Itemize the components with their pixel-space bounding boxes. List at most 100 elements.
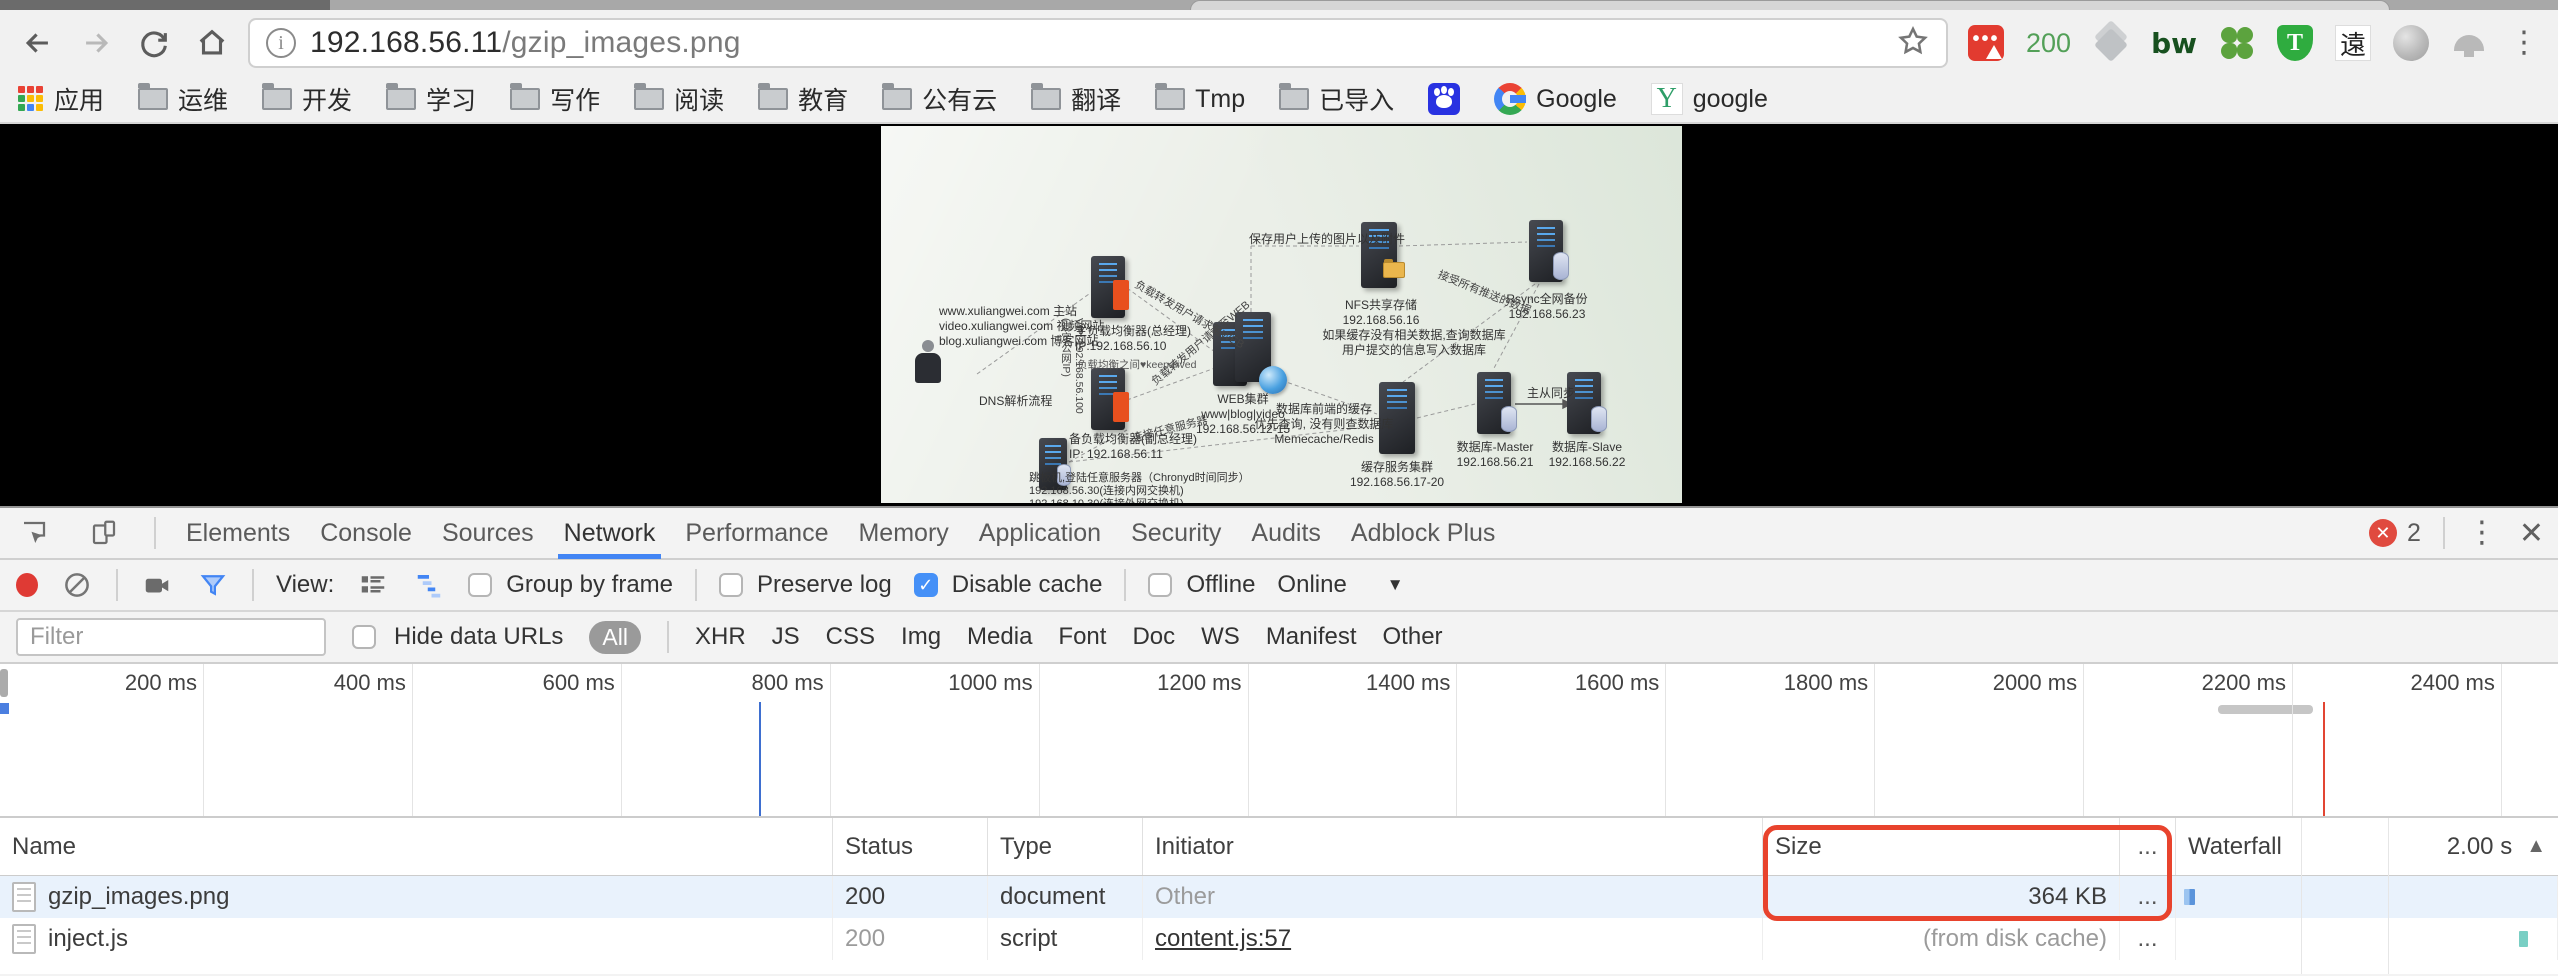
column-header-size[interactable]: Size bbox=[1763, 818, 2120, 875]
column-header-initiator[interactable]: Initiator bbox=[1143, 818, 1763, 875]
overview-request-bar bbox=[2218, 705, 2313, 714]
offline-checkbox[interactable] bbox=[1148, 573, 1173, 597]
bookmark-folder-1[interactable]: 运维 bbox=[138, 81, 228, 117]
baidu-icon bbox=[1428, 83, 1461, 115]
tab-console[interactable]: Console bbox=[320, 507, 412, 559]
group-by-frame-label[interactable]: Group by frame bbox=[506, 571, 673, 599]
hide-data-urls-checkbox[interactable] bbox=[352, 625, 376, 649]
filter-type-other[interactable]: Other bbox=[1383, 623, 1443, 651]
filter-type-ws[interactable]: WS bbox=[1201, 623, 1240, 651]
filter-type-js[interactable]: JS bbox=[772, 623, 800, 651]
tab-security[interactable]: Security bbox=[1131, 507, 1221, 559]
throttling-select[interactable]: Online bbox=[1277, 571, 1346, 599]
disable-cache-label[interactable]: Disable cache bbox=[952, 571, 1103, 599]
forward-button[interactable] bbox=[74, 21, 118, 65]
clear-network-log-icon[interactable] bbox=[60, 568, 94, 602]
ruler-scroll-thumb[interactable] bbox=[0, 669, 8, 697]
column-header-name[interactable]: Name bbox=[0, 818, 833, 875]
network-overview-band[interactable] bbox=[0, 702, 2558, 818]
bookmark-folder-4[interactable]: 写作 bbox=[510, 81, 600, 117]
sort-ascending-icon[interactable]: ▲ bbox=[2526, 835, 2546, 858]
bookmark-folder-3[interactable]: 学习 bbox=[386, 81, 476, 117]
preserve-log-checkbox[interactable] bbox=[719, 573, 743, 597]
bookmark-google-y[interactable]: Ygoogle bbox=[1650, 83, 1768, 115]
filter-type-doc[interactable]: Doc bbox=[1132, 623, 1175, 651]
bw-extension-icon[interactable]: bw bbox=[2151, 25, 2197, 61]
preserve-log-label[interactable]: Preserve log bbox=[757, 571, 892, 599]
divider bbox=[666, 621, 669, 653]
capture-screenshots-icon[interactable] bbox=[140, 568, 174, 602]
ruler-tick-label: 2200 ms bbox=[2201, 670, 2286, 695]
devtools-menu-icon[interactable]: ⋮ bbox=[2467, 518, 2497, 548]
filter-funnel-icon[interactable] bbox=[196, 568, 230, 602]
filter-type-manifest[interactable]: Manifest bbox=[1266, 623, 1357, 651]
tab-performance[interactable]: Performance bbox=[685, 507, 828, 559]
column-header-status[interactable]: Status bbox=[833, 818, 988, 875]
clover-extension-icon[interactable] bbox=[2219, 25, 2255, 61]
site-info-icon[interactable]: i bbox=[266, 28, 296, 58]
request-row-gzip-images[interactable]: gzip_images.png 200 document Other 364 K… bbox=[0, 876, 2558, 918]
bookmark-folder-7[interactable]: 公有云 bbox=[882, 81, 997, 117]
filter-type-all[interactable]: All bbox=[589, 620, 641, 654]
tab-network[interactable]: Network bbox=[557, 507, 662, 559]
waterfall-label: Waterfall bbox=[2188, 832, 2282, 860]
bookmark-folder-2[interactable]: 开发 bbox=[262, 81, 352, 117]
tab-elements[interactable]: Elements bbox=[186, 507, 290, 559]
db-master-disk-icon bbox=[1501, 406, 1517, 432]
browser-menu-icon[interactable]: ⋮ bbox=[2509, 25, 2539, 61]
filter-type-font[interactable]: Font bbox=[1058, 623, 1106, 651]
globe-extension-icon[interactable] bbox=[2392, 25, 2429, 61]
filter-type-xhr[interactable]: XHR bbox=[695, 623, 746, 651]
tab-audits[interactable]: Audits bbox=[1251, 507, 1320, 559]
column-header-waterfall[interactable]: Waterfall 2.00 s ▲ bbox=[2176, 818, 2558, 875]
group-by-frame-checkbox[interactable] bbox=[468, 573, 493, 597]
column-header-overflow[interactable]: ... bbox=[2120, 818, 2176, 875]
filter-input[interactable] bbox=[16, 618, 326, 656]
toggle-device-toolbar-icon[interactable] bbox=[84, 513, 124, 553]
disable-cache-checkbox[interactable]: ✓ bbox=[913, 573, 938, 597]
back-button[interactable] bbox=[16, 21, 60, 65]
devtools-close-icon[interactable]: ✕ bbox=[2519, 516, 2544, 551]
timeline-gridline bbox=[1456, 702, 1458, 816]
bookmark-folder-9[interactable]: Tmp bbox=[1155, 83, 1245, 114]
reload-button[interactable] bbox=[132, 21, 176, 65]
table-header-row: Name Status Type Initiator Size ... Wate… bbox=[0, 818, 2558, 876]
offline-label[interactable]: Offline bbox=[1186, 571, 1255, 599]
console-error-badge[interactable]: ✕ 2 bbox=[2368, 519, 2421, 548]
hide-data-urls-label[interactable]: Hide data URLs bbox=[394, 623, 563, 651]
bookmark-folder-5[interactable]: 阅读 bbox=[634, 81, 724, 117]
tab-adblock-plus[interactable]: Adblock Plus bbox=[1351, 507, 1496, 559]
parachute-extension-icon[interactable] bbox=[2451, 25, 2487, 61]
bookmark-google[interactable]: Google bbox=[1494, 83, 1617, 115]
bookmark-folder-10[interactable]: 已导入 bbox=[1279, 81, 1394, 117]
shield-t-extension-icon[interactable]: T bbox=[2276, 25, 2313, 61]
layers-extension-icon[interactable] bbox=[2093, 20, 2129, 62]
filter-type-media[interactable]: Media bbox=[967, 623, 1032, 651]
record-network-log-button[interactable] bbox=[16, 573, 38, 597]
bookmark-star-icon[interactable] bbox=[1896, 24, 1930, 63]
bookmark-baidu[interactable] bbox=[1428, 83, 1461, 115]
address-bar[interactable]: i 192.168.56.11/gzip_images.png bbox=[248, 18, 1948, 68]
use-large-rows-icon[interactable] bbox=[356, 568, 390, 602]
initiator-link[interactable]: content.js:57 bbox=[1155, 925, 1291, 953]
devtools-panel: Elements Console Sources Network Perform… bbox=[0, 506, 2558, 976]
request-type-cell: script bbox=[988, 918, 1143, 960]
bookmark-folder-6[interactable]: 教育 bbox=[758, 81, 848, 117]
tab-application[interactable]: Application bbox=[979, 507, 1101, 559]
bookmark-folder-0[interactable]: 应用 bbox=[18, 81, 104, 117]
home-button[interactable] bbox=[190, 21, 234, 65]
request-row-inject-js[interactable]: inject.js 200 script content.js:57 (from… bbox=[0, 918, 2558, 960]
throttling-dropdown-arrow-icon[interactable]: ▼ bbox=[1387, 575, 1404, 595]
calligraphy-extension-icon[interactable]: 遠 bbox=[2334, 25, 2371, 61]
column-header-type[interactable]: Type bbox=[988, 818, 1143, 875]
inspect-element-icon[interactable] bbox=[14, 513, 54, 553]
bookmark-folder-8[interactable]: 翻译 bbox=[1031, 81, 1121, 117]
filter-type-css[interactable]: CSS bbox=[826, 623, 875, 651]
tab-memory[interactable]: Memory bbox=[858, 507, 948, 559]
active-tab[interactable] bbox=[1190, 0, 2390, 10]
http-status-extension-badge[interactable]: 200 bbox=[2026, 25, 2071, 61]
filter-type-img[interactable]: Img bbox=[901, 623, 941, 651]
password-manager-extension-icon[interactable]: ••• bbox=[1968, 25, 2004, 61]
show-overview-icon[interactable] bbox=[412, 568, 446, 602]
tab-sources[interactable]: Sources bbox=[442, 507, 534, 559]
